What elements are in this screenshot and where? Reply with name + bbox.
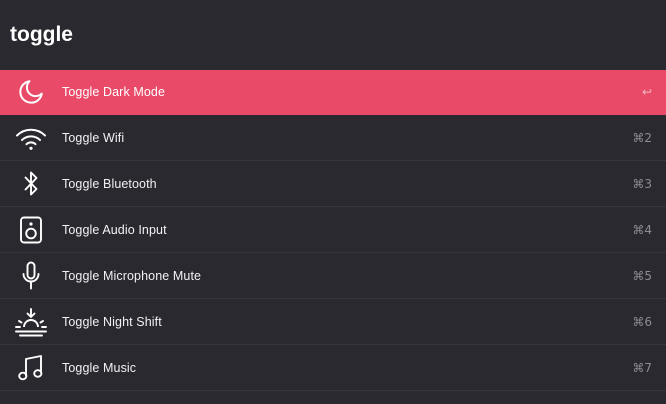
sunrise-icon <box>0 299 62 345</box>
result-shortcut: ⌘7 <box>632 360 652 375</box>
result-shortcut: ⌘3 <box>632 176 652 191</box>
result-label: Toggle Night Shift <box>62 314 162 329</box>
wifi-icon <box>0 115 62 161</box>
speaker-icon <box>0 207 62 253</box>
result-item-toggle-bluetooth[interactable]: Toggle Bluetooth ⌘3 <box>0 161 666 207</box>
command-palette-window: Toggle Dark Mode ↩ Toggle Wifi ⌘2 T <box>0 0 666 404</box>
result-label: Toggle Audio Input <box>62 222 167 237</box>
result-label: Toggle Microphone Mute <box>62 268 202 283</box>
search-input[interactable] <box>0 0 666 70</box>
result-shortcut: ⌘6 <box>632 314 652 329</box>
results-list: Toggle Dark Mode ↩ Toggle Wifi ⌘2 Toggle… <box>0 70 666 404</box>
result-shortcut: ⌘5 <box>632 268 652 283</box>
search-bar <box>0 0 666 70</box>
result-shortcut: ⌘2 <box>632 130 652 145</box>
result-label: Toggle Wifi <box>62 130 125 145</box>
music-note-icon <box>0 345 62 391</box>
result-item-toggle-night-shift[interactable]: Toggle Night Shift ⌘6 <box>0 299 666 345</box>
result-shortcut: ⌘4 <box>632 222 652 237</box>
microphone-icon <box>0 253 62 299</box>
result-label: Toggle Music <box>62 360 137 375</box>
result-label: Toggle Dark Mode <box>62 85 166 99</box>
result-shortcut: ↩ <box>641 85 652 99</box>
result-item-toggle-dark-mode[interactable]: Toggle Dark Mode ↩ <box>0 70 666 115</box>
result-label: Toggle Bluetooth <box>62 176 157 191</box>
moon-icon <box>0 69 62 115</box>
result-item-toggle-wifi[interactable]: Toggle Wifi ⌘2 <box>0 115 666 161</box>
result-item-toggle-music[interactable]: Toggle Music ⌘7 <box>0 345 666 391</box>
result-item-toggle-audio-input[interactable]: Toggle Audio Input ⌘4 <box>0 207 666 253</box>
result-item-toggle-microphone-mute[interactable]: Toggle Microphone Mute ⌘5 <box>0 253 666 299</box>
bluetooth-icon <box>0 161 62 207</box>
